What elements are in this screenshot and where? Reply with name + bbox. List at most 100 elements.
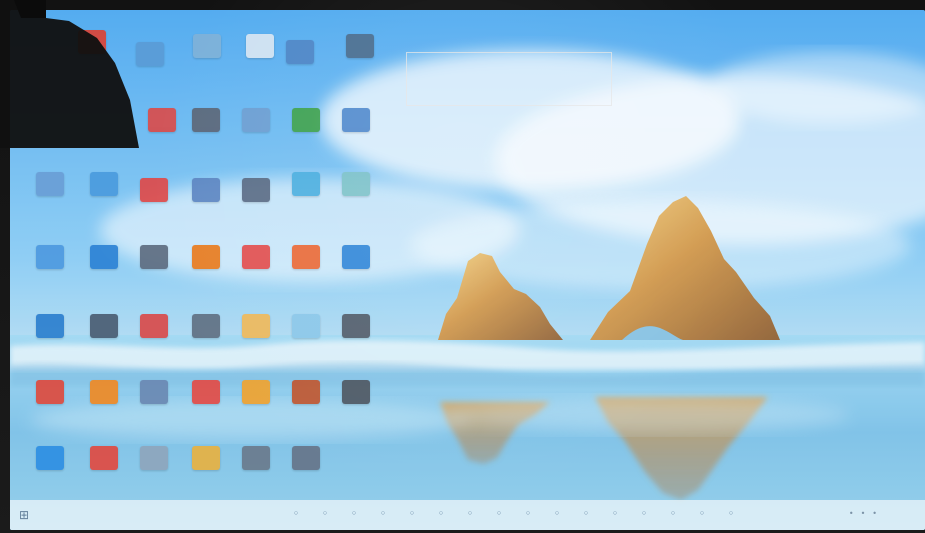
taskbar-app-icon[interactable]: ◦ <box>580 507 592 520</box>
taskbar-app-icon[interactable]: ◦ <box>609 507 621 520</box>
desktop-shortcut[interactable] <box>181 34 233 102</box>
monitor-icon <box>192 178 220 202</box>
spreadsheet-icon <box>292 108 320 132</box>
desktop-shortcut[interactable] <box>280 245 332 313</box>
desktop-shortcut[interactable] <box>180 245 232 313</box>
app-shortcut-icon <box>292 446 320 470</box>
selection-rectangle <box>406 52 612 106</box>
network-icon <box>286 40 314 64</box>
orange-app-icon <box>292 245 320 269</box>
desktop-shortcut[interactable] <box>330 172 382 240</box>
scanner-icon <box>140 380 168 404</box>
taskbar-app-icon[interactable]: ◦ <box>696 507 708 520</box>
pdf-icon <box>148 108 176 132</box>
taskbar-app-icon[interactable]: ◦ <box>377 507 389 520</box>
desktop-shortcut[interactable] <box>128 245 180 313</box>
taskbar-app-icon[interactable]: ◦ <box>464 507 476 520</box>
settings-icon <box>242 314 270 338</box>
tray-item[interactable]: • <box>861 509 866 518</box>
taskbar-app-icon[interactable]: ◦ <box>522 507 534 520</box>
desktop-shortcut[interactable] <box>24 314 76 382</box>
capture-icon <box>192 314 220 338</box>
desktop-shortcut[interactable] <box>180 108 232 176</box>
pdf-reader-icon <box>140 314 168 338</box>
projected-screen: ⊞ ◦ ◦ ◦ ◦ ◦ ◦ ◦ ◦ ◦ ◦ ◦ ◦ ◦ ◦ ◦ ◦ • • • <box>10 10 925 530</box>
desktop-shortcut[interactable] <box>78 245 130 313</box>
desktop-shortcut[interactable] <box>280 172 332 240</box>
teamviewer-icon <box>36 446 64 470</box>
room-background: ⊞ ◦ ◦ ◦ ◦ ◦ ◦ ◦ ◦ ◦ ◦ ◦ ◦ ◦ ◦ ◦ ◦ • • • <box>0 0 925 533</box>
desktop-shortcut[interactable] <box>78 314 130 382</box>
folder-icon <box>193 34 221 58</box>
taskbar-app-icon[interactable]: ◦ <box>493 507 505 520</box>
desktop-shortcut[interactable] <box>78 380 130 448</box>
desktop-shortcut[interactable] <box>330 108 382 176</box>
desktop-shortcut[interactable] <box>24 245 76 313</box>
desktop-shortcut[interactable] <box>230 178 282 246</box>
dark-folder-icon <box>342 380 370 404</box>
desktop-shortcut[interactable] <box>330 245 382 313</box>
vlc-shortcut-icon <box>90 380 118 404</box>
start-button[interactable]: ⊞ <box>10 500 38 530</box>
edge-icon <box>342 245 370 269</box>
taskbar-app-icon[interactable]: ◦ <box>725 507 737 520</box>
windows-icon: ⊞ <box>18 508 30 522</box>
desktop-shortcut[interactable] <box>274 40 326 108</box>
desktop-shortcut[interactable] <box>230 380 282 448</box>
desktop-shortcut[interactable] <box>128 380 180 448</box>
tool-icon <box>242 108 270 132</box>
adobe-icon <box>192 380 220 404</box>
desktop-shortcut[interactable] <box>24 380 76 448</box>
red-d-icon <box>90 446 118 470</box>
star-icon <box>192 446 220 470</box>
tray-item[interactable]: • <box>849 509 854 518</box>
desktop-shortcut[interactable] <box>330 380 382 448</box>
desktop-shortcut[interactable] <box>128 314 180 382</box>
drive-icon <box>136 42 164 66</box>
desktop-shortcut[interactable] <box>180 314 232 382</box>
desktop-shortcut[interactable] <box>230 108 282 176</box>
taskbar: ⊞ ◦ ◦ ◦ ◦ ◦ ◦ ◦ ◦ ◦ ◦ ◦ ◦ ◦ ◦ ◦ ◦ • • • <box>10 500 925 530</box>
desktop-shortcut[interactable] <box>230 314 282 382</box>
taskbar-app-icon[interactable]: ◦ <box>667 507 679 520</box>
desktop-shortcut[interactable] <box>128 178 180 246</box>
desktop-shortcut[interactable] <box>24 172 76 240</box>
camera-icon <box>140 245 168 269</box>
desktop-shortcut[interactable] <box>330 314 382 382</box>
screen-icon <box>90 314 118 338</box>
desktop-shortcut[interactable] <box>78 172 130 240</box>
taskbar-app-icon[interactable]: ◦ <box>290 507 302 520</box>
media-icon <box>140 178 168 202</box>
refresh-icon <box>90 172 118 196</box>
vlc-icon <box>192 245 220 269</box>
desktop-shortcut[interactable] <box>280 380 332 448</box>
desktop-shortcut[interactable] <box>180 178 232 246</box>
system-tray: • • • <box>849 509 877 518</box>
bluetooth-icon <box>36 245 64 269</box>
desktop-shortcut[interactable] <box>180 380 232 448</box>
book-icon <box>342 172 370 196</box>
taskbar-app-icon[interactable]: ◦ <box>638 507 650 520</box>
desktop-shortcut[interactable] <box>334 34 386 102</box>
control-panel-icon <box>36 172 64 196</box>
document-icon <box>246 34 274 58</box>
folder-dark-icon <box>342 314 370 338</box>
taskbar-app-icon[interactable]: ◦ <box>406 507 418 520</box>
desktop-shortcut[interactable] <box>280 108 332 176</box>
remote-icon <box>342 108 370 132</box>
video-icon <box>242 178 270 202</box>
desktop-shortcut[interactable] <box>280 314 332 382</box>
desktop-shortcut[interactable] <box>230 245 282 313</box>
store-icon <box>90 245 118 269</box>
chrome-shortcut-icon <box>36 380 64 404</box>
tray-item[interactable]: • <box>872 509 877 518</box>
orange-cone-icon <box>242 380 270 404</box>
gear-icon <box>140 446 168 470</box>
taskbar-app-icon[interactable]: ◦ <box>319 507 331 520</box>
taskbar-app-icon[interactable]: ◦ <box>551 507 563 520</box>
taskbar-app-icon[interactable]: ◦ <box>435 507 447 520</box>
taskbar-items: ◦ ◦ ◦ ◦ ◦ ◦ ◦ ◦ ◦ ◦ ◦ ◦ ◦ ◦ ◦ ◦ <box>290 507 737 520</box>
taskbar-app-icon[interactable]: ◦ <box>348 507 360 520</box>
cloud-icon <box>292 314 320 338</box>
red-tool-icon <box>242 245 270 269</box>
